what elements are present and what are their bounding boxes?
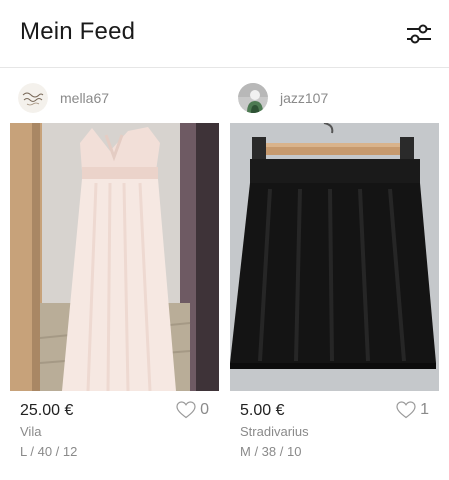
- dress-photo: [10, 123, 219, 391]
- heart-icon: [176, 401, 196, 419]
- product-photo[interactable]: [230, 123, 439, 391]
- seller-username[interactable]: mella67: [60, 90, 109, 106]
- like-count: 1: [420, 401, 429, 418]
- page-title: Mein Feed: [20, 18, 136, 45]
- like-button[interactable]: 0: [176, 401, 209, 419]
- price: 5.00 €: [240, 402, 285, 419]
- product-photo[interactable]: [10, 123, 219, 391]
- seller-photo-icon: [238, 83, 268, 113]
- price: 25.00 €: [20, 402, 74, 419]
- seller-username[interactable]: jazz107: [280, 90, 328, 106]
- brand: Stradivarius: [240, 424, 309, 439]
- size: M / 38 / 10: [240, 444, 302, 459]
- skirt-photo: [230, 123, 439, 391]
- like-button[interactable]: 1: [396, 401, 429, 419]
- avatar[interactable]: [18, 83, 48, 113]
- brand: Vila: [20, 424, 42, 439]
- filter-button[interactable]: [404, 20, 434, 48]
- seller-row[interactable]: mella67: [10, 82, 109, 114]
- seller-logo-icon: [18, 83, 48, 113]
- size: L / 40 / 12: [20, 444, 78, 459]
- seller-row[interactable]: jazz107: [230, 82, 328, 114]
- heart-icon: [396, 401, 416, 419]
- sliders-icon: [407, 24, 431, 44]
- avatar[interactable]: [238, 83, 268, 113]
- like-count: 0: [200, 401, 209, 418]
- app-header: Mein Feed: [0, 0, 449, 68]
